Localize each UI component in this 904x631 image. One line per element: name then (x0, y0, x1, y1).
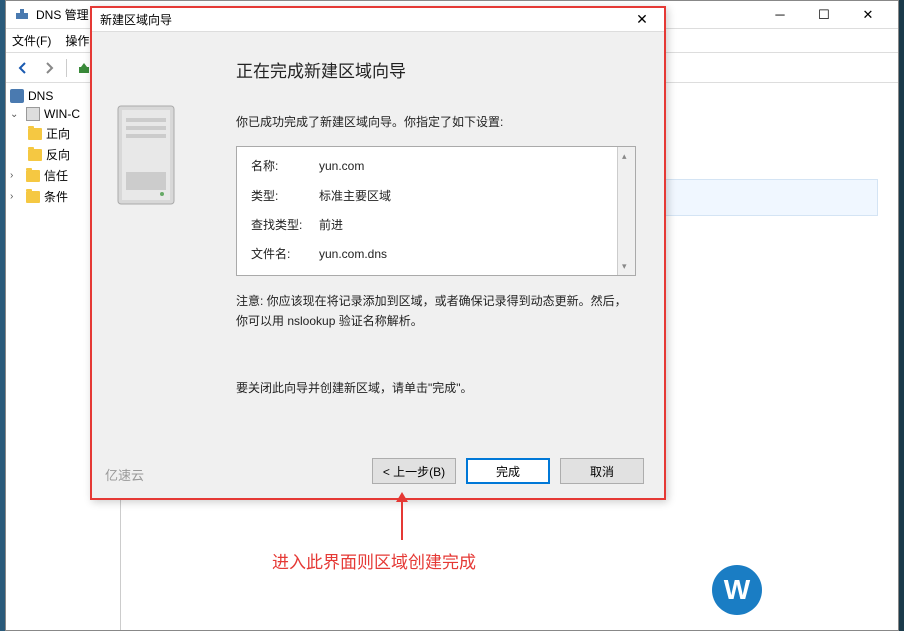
annotation-text: 进入此界面则区域创建完成 (272, 548, 476, 573)
wizard-final-text: 要关闭此向导并创建新区域，请单击"完成"。 (236, 379, 636, 398)
folder-icon (26, 170, 40, 182)
small-watermark: 亿速云 (105, 465, 144, 484)
summary-name-label: 名称: (251, 157, 319, 176)
wizard-description: 你已成功完成了新建区域向导。你指定了如下设置: (236, 113, 636, 132)
menu-action[interactable]: 操作 (65, 32, 89, 49)
dialog-title: 新建区域向导 (100, 11, 628, 28)
annotation-arrow (396, 500, 403, 540)
folder-icon (28, 149, 42, 161)
dialog-titlebar: 新建区域向导 ✕ (92, 8, 664, 32)
folder-icon (26, 191, 40, 203)
summary-lookup-label: 查找类型: (251, 216, 319, 235)
back-button[interactable] (12, 57, 34, 79)
summary-type-value: 标准主要区域 (319, 187, 391, 206)
minimize-button[interactable]: ─ (758, 1, 802, 29)
wizard-heading: 正在完成新建区域向导 (236, 58, 636, 85)
forward-button[interactable] (38, 57, 60, 79)
finish-button[interactable]: 完成 (466, 458, 550, 484)
summary-file-label: 文件名: (251, 245, 319, 264)
folder-icon (28, 128, 42, 140)
summary-scrollbar[interactable] (617, 147, 635, 275)
wizard-graphic (112, 50, 212, 448)
back-button[interactable]: < 上一步(B) (372, 458, 456, 484)
new-zone-wizard-dialog: 新建区域向导 ✕ 正在完成新建区域向导 你已成功完成了新建区域向导。你指定了如下… (90, 6, 666, 500)
summary-file-value: yun.com.dns (319, 245, 387, 264)
dns-app-icon (14, 7, 30, 23)
expand-icon[interactable]: › (10, 191, 22, 202)
maximize-button[interactable]: ☐ (802, 1, 846, 29)
close-button[interactable]: ✕ (846, 1, 890, 29)
watermark: W 网站那些事 wangzhanshi.COM (712, 565, 890, 615)
summary-type-label: 类型: (251, 187, 319, 206)
watermark-logo: W (712, 565, 762, 615)
dialog-close-button[interactable]: ✕ (628, 9, 656, 31)
watermark-sub: wangzhanshi.COM (770, 600, 890, 612)
menu-file[interactable]: 文件(F) (12, 32, 51, 49)
expand-icon[interactable]: › (10, 170, 22, 181)
cancel-button[interactable]: 取消 (560, 458, 644, 484)
watermark-main: 网站那些事 (770, 568, 890, 600)
wizard-summary-box: 名称:yun.com 类型:标准主要区域 查找类型:前进 文件名:yun.com… (236, 146, 636, 276)
dns-icon (10, 89, 24, 103)
summary-lookup-value: 前进 (319, 216, 343, 235)
wizard-note: 注意: 你应该现在将记录添加到区域，或者确保记录得到动态更新。然后，你可以用 n… (236, 292, 636, 330)
collapse-icon[interactable]: ⌄ (10, 109, 22, 120)
summary-name-value: yun.com (319, 157, 364, 176)
server-icon (26, 107, 40, 121)
server-illustration-icon (112, 100, 180, 210)
